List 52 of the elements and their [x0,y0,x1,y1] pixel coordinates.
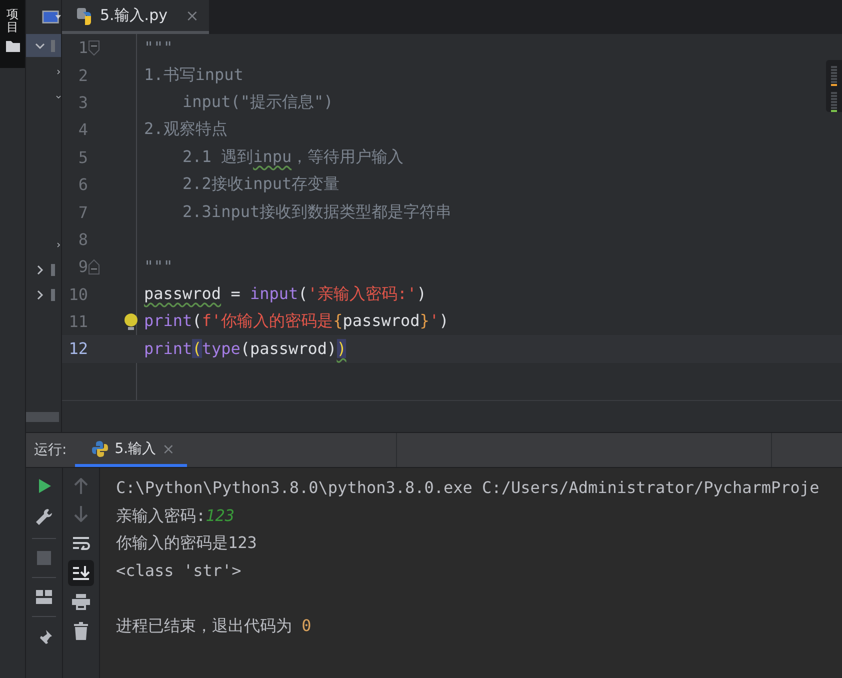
fold-icon[interactable] [88,258,100,275]
code-line: """ [144,257,173,276]
line-number: 11 [68,312,88,332]
line-number: 3 [77,92,88,112]
code-line: """ [144,38,173,58]
console-line: 进程已结束，退出代码为 0 [116,614,312,636]
code-line: 2.2接收input存变量 [182,174,340,196]
printer-icon[interactable] [72,594,90,610]
code-line: input("提示信息") [182,92,334,113]
run-icon[interactable] [36,478,52,494]
code-line: 1.书写input [144,64,244,86]
code-line: 2.观察特点 [144,119,228,140]
line-number: 5 [77,148,88,167]
chevron-icon[interactable] [35,290,45,300]
project-view-icon[interactable] [42,9,61,25]
folder-icon[interactable] [6,40,20,52]
inspection-widget-icon[interactable] [826,60,842,112]
chevron-icon[interactable] [35,264,45,274]
selected-tree-row[interactable] [26,34,61,57]
line-number: 2 [77,66,88,85]
layout-icon[interactable] [36,590,52,604]
wrench-icon[interactable] [35,508,53,526]
console-line: 亲输入密码:123 [116,504,235,526]
console-line: 你输入的密码是123 [116,532,257,554]
chevron-icon[interactable] [56,66,61,76]
console-line: <class 'str'> [116,560,242,582]
project-tool-label[interactable]: 项目 [6,8,18,34]
lightbulb-icon[interactable] [124,312,138,331]
scroll-to-end-icon[interactable] [68,560,94,586]
line-number: 4 [77,120,88,140]
code-line: 2.1 遇到inpu，等待用户输入 [182,146,404,168]
code-line: print(f'你输入的密码是{passwrod}') [144,311,449,332]
code-line: 2.3input接收到数据类型都是字符串 [182,202,452,223]
line-number: 12 [68,339,88,358]
python-file-icon [76,6,94,24]
line-number: 1 [77,38,88,58]
line-number: 8 [77,230,88,249]
editor-tab[interactable]: 5.输入.py × [62,0,209,34]
chevron-icon[interactable] [35,40,45,50]
console-line: C:\Python\Python3.8.0\python3.8.0.exe C:/Users/Administrator/PycharmProje [116,477,820,499]
trash-icon[interactable] [74,622,88,640]
run-panel-label: 运行: [33,441,68,460]
line-number: 9 [77,257,88,276]
chevron-icon[interactable] [56,240,61,250]
line-number: 7 [77,202,88,222]
line-number: 6 [77,175,88,194]
code-line: print(type(passwrod)) [144,339,346,358]
python-icon [90,440,109,458]
line-number: 10 [68,284,88,304]
scrollbar-thumb[interactable] [26,412,59,422]
fold-icon[interactable] [88,40,100,56]
code-line: passwrod = input('亲输入密码:') [144,284,426,305]
